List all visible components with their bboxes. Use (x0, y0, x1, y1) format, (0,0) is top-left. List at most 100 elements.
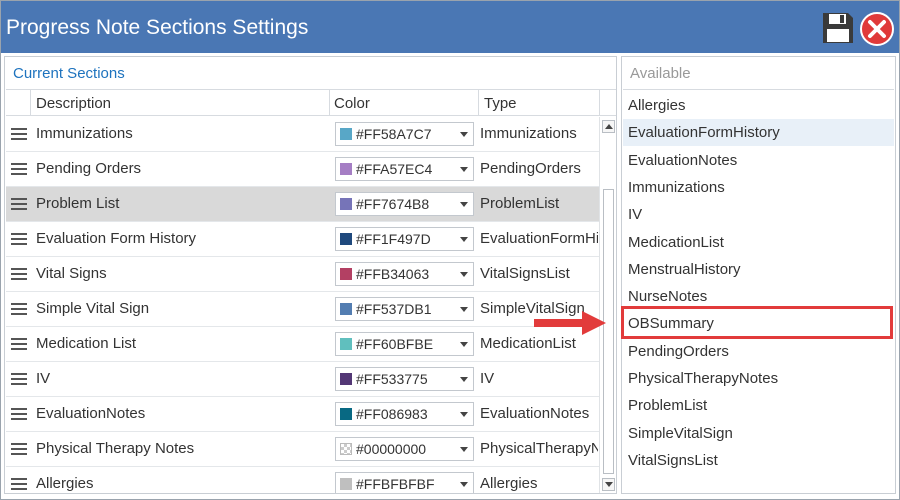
column-header-type[interactable]: Type (484, 90, 517, 116)
table-row[interactable]: Immunizations #FF58A7C7 Immunizations (6, 117, 599, 152)
color-swatch (340, 233, 352, 245)
chevron-down-icon (460, 447, 468, 452)
table-row[interactable]: Simple Vital Sign #FF537DB1 SimpleVitalSig… (6, 292, 599, 327)
annotation-arrow-icon (534, 311, 606, 335)
drag-handle-icon[interactable] (11, 233, 27, 246)
drag-handle-icon[interactable] (11, 478, 27, 491)
color-value: #FFB34063 (356, 266, 430, 282)
available-list-item[interactable]: PendingOrders (623, 338, 894, 365)
close-button[interactable] (859, 11, 895, 47)
available-list-item[interactable]: MenstrualHistory (623, 256, 894, 283)
sections-grid: Description Color Type Immunizations #FF5… (6, 89, 616, 493)
color-swatch (340, 128, 352, 140)
color-dropdown[interactable]: #FFB34063 (335, 262, 474, 286)
color-dropdown[interactable]: #FF7674B8 (335, 192, 474, 216)
color-dropdown[interactable]: #FF1F497D (335, 227, 474, 251)
row-type: VitalSignsList (480, 265, 570, 282)
drag-handle-icon[interactable] (11, 303, 27, 316)
color-swatch (340, 443, 352, 455)
available-list-item[interactable]: Allergies (623, 92, 894, 119)
color-dropdown[interactable]: #FF533775 (335, 367, 474, 391)
chevron-down-icon (460, 307, 468, 312)
chevron-down-icon (460, 202, 468, 207)
color-swatch (340, 303, 352, 315)
available-list-item[interactable]: MedicationList (623, 229, 894, 256)
color-value: #FFBFBFBF (356, 476, 435, 492)
chevron-down-icon (460, 377, 468, 382)
drag-handle-icon[interactable] (11, 268, 27, 281)
table-row[interactable]: IV #FF533775 IV (6, 362, 599, 397)
row-description: Medication List (36, 335, 137, 352)
close-x-icon (860, 12, 894, 46)
drag-handle-icon[interactable] (11, 338, 27, 351)
row-description: IV (36, 370, 51, 387)
color-value: #FF1F497D (356, 231, 431, 247)
table-row[interactable]: EvaluationNotes #FF086983 EvaluationNotes (6, 397, 599, 432)
available-list-item[interactable]: ProblemList (623, 392, 894, 419)
available-list-item[interactable]: PhysicalTherapyNotes (623, 365, 894, 392)
title-bar: Progress Note Sections Settings (1, 1, 899, 53)
available-list-item[interactable]: VitalSignsList (623, 447, 894, 474)
color-value: #FF60BFBE (356, 336, 434, 352)
drag-handle-icon[interactable] (11, 198, 27, 211)
row-type: PendingOrders (480, 160, 581, 177)
color-dropdown[interactable]: #FF086983 (335, 402, 474, 426)
table-row[interactable]: Physical Therapy Notes #00000000 PhysicalT… (6, 432, 599, 467)
row-description: Evaluation Form History (36, 230, 197, 247)
color-value: #FF086983 (356, 406, 428, 422)
available-list-item[interactable]: EvaluationFormHistory (623, 119, 894, 147)
scroll-down-button[interactable] (602, 478, 615, 491)
row-description: Allergies (36, 475, 94, 492)
grid-header: Description Color Type (6, 90, 616, 116)
row-description: Problem List (36, 195, 120, 212)
table-row[interactable]: Problem List #FF7674B8 ProblemList (6, 187, 599, 222)
color-dropdown[interactable]: #FFA57EC4 (335, 157, 474, 181)
table-row[interactable]: Medication List #FF60BFBE MedicationList (6, 327, 599, 362)
header-divider (329, 90, 330, 116)
drag-handle-icon[interactable] (11, 128, 27, 141)
available-list-item[interactable]: EvaluationNotes (623, 147, 894, 174)
row-description: Immunizations (36, 125, 133, 142)
column-header-color[interactable]: Color (334, 90, 370, 116)
color-swatch (340, 373, 352, 385)
available-list-item[interactable]: SimpleVitalSign (623, 420, 894, 447)
color-dropdown[interactable]: #FF537DB1 (335, 297, 474, 321)
color-swatch (340, 478, 352, 490)
color-dropdown[interactable]: #00000000 (335, 437, 474, 461)
table-row[interactable]: Pending Orders #FFA57EC4 PendingOrders (6, 152, 599, 187)
drag-handle-icon[interactable] (11, 408, 27, 421)
column-header-description[interactable]: Description (36, 90, 111, 116)
available-list-item[interactable]: IV (623, 201, 894, 228)
row-type: Allergies (480, 475, 538, 492)
drag-handle-icon[interactable] (11, 373, 27, 386)
vertical-scrollbar[interactable] (599, 117, 616, 493)
row-description: EvaluationNotes (36, 405, 146, 422)
chevron-down-icon (460, 342, 468, 347)
header-divider (599, 90, 600, 116)
color-value: #FF533775 (356, 371, 428, 387)
scroll-up-button[interactable] (602, 120, 615, 133)
row-type: EvaluationNotes (480, 405, 590, 422)
save-button[interactable] (821, 11, 855, 45)
row-type: PhysicalTherapyNotes (480, 440, 598, 457)
row-type: EvaluationFormHistory (480, 230, 598, 247)
row-description: Simple Vital Sign (36, 300, 150, 317)
color-dropdown[interactable]: #FF60BFBE (335, 332, 474, 356)
row-description: Physical Therapy Notes (36, 440, 195, 457)
row-description: Vital Signs (36, 265, 107, 282)
header-divider (478, 90, 479, 116)
drag-handle-icon[interactable] (11, 443, 27, 456)
row-type: ProblemList (480, 195, 560, 212)
row-type: Immunizations (480, 125, 577, 142)
sections-rows: Immunizations #FF58A7C7 Immunizations Pendi… (6, 117, 599, 493)
color-dropdown[interactable]: #FFBFBFBF (335, 472, 474, 493)
chevron-down-icon (460, 482, 468, 487)
table-row[interactable]: Evaluation Form History #FF1F497D Evaluati… (6, 222, 599, 257)
drag-handle-icon[interactable] (11, 163, 27, 176)
table-row[interactable]: Vital Signs #FFB34063 VitalSignsList (6, 257, 599, 292)
available-list-item[interactable]: Immunizations (623, 174, 894, 201)
table-row[interactable]: Allergies #FFBFBFBF Allergies (6, 467, 599, 493)
color-dropdown[interactable]: #FF58A7C7 (335, 122, 474, 146)
annotation-highlight-box (621, 306, 893, 339)
color-swatch (340, 198, 352, 210)
